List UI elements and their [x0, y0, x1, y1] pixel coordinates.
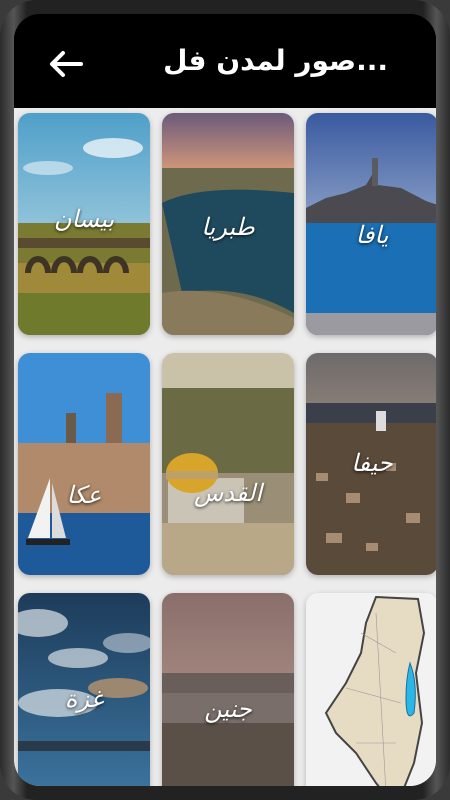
city-name-tiberias: طبريا	[201, 213, 255, 241]
app-bar: ...صور لمدن فل	[14, 14, 436, 108]
city-tile-acre[interactable]: عكا	[18, 353, 150, 575]
city-name-jerusalem: القدس	[193, 479, 262, 507]
map-of-palestine-image	[306, 593, 436, 786]
city-tile-haifa[interactable]: حيفا	[306, 353, 436, 575]
gallery-content: بيسان طبريا يافا عكا القدس حيفا غزة جنين	[14, 108, 436, 786]
city-tile-beisan[interactable]: بيسان	[18, 113, 150, 335]
city-tile-jaffa[interactable]: يافا	[306, 113, 436, 335]
city-name-beisan: بيسان	[53, 205, 115, 233]
city-name-jenin: جنين	[204, 695, 252, 723]
map-of-palestine-tile[interactable]	[306, 593, 436, 786]
back-button[interactable]	[42, 42, 90, 86]
page-title: ...صور لمدن فل	[163, 44, 388, 77]
city-name-haifa: حيفا	[351, 449, 393, 477]
city-name-acre: عكا	[66, 481, 102, 509]
screen: ...صور لمدن فل بيسان طبريا يافا عكا القد…	[14, 14, 436, 786]
city-grid: بيسان طبريا يافا عكا القدس حيفا غزة جنين	[14, 108, 436, 786]
phone-frame: ...صور لمدن فل بيسان طبريا يافا عكا القد…	[0, 0, 450, 800]
jerusalem-image	[162, 353, 294, 575]
city-name-jaffa: يافا	[355, 221, 389, 249]
city-tile-jenin[interactable]: جنين	[162, 593, 294, 786]
jenin-image	[162, 593, 294, 786]
city-name-gaza: غزة	[64, 685, 104, 713]
city-tile-tiberias[interactable]: طبريا	[162, 113, 294, 335]
city-tile-jerusalem[interactable]: القدس	[162, 353, 294, 575]
city-tile-gaza[interactable]: غزة	[18, 593, 150, 786]
acre-image	[18, 353, 150, 575]
arrow-left-icon	[50, 51, 83, 77]
